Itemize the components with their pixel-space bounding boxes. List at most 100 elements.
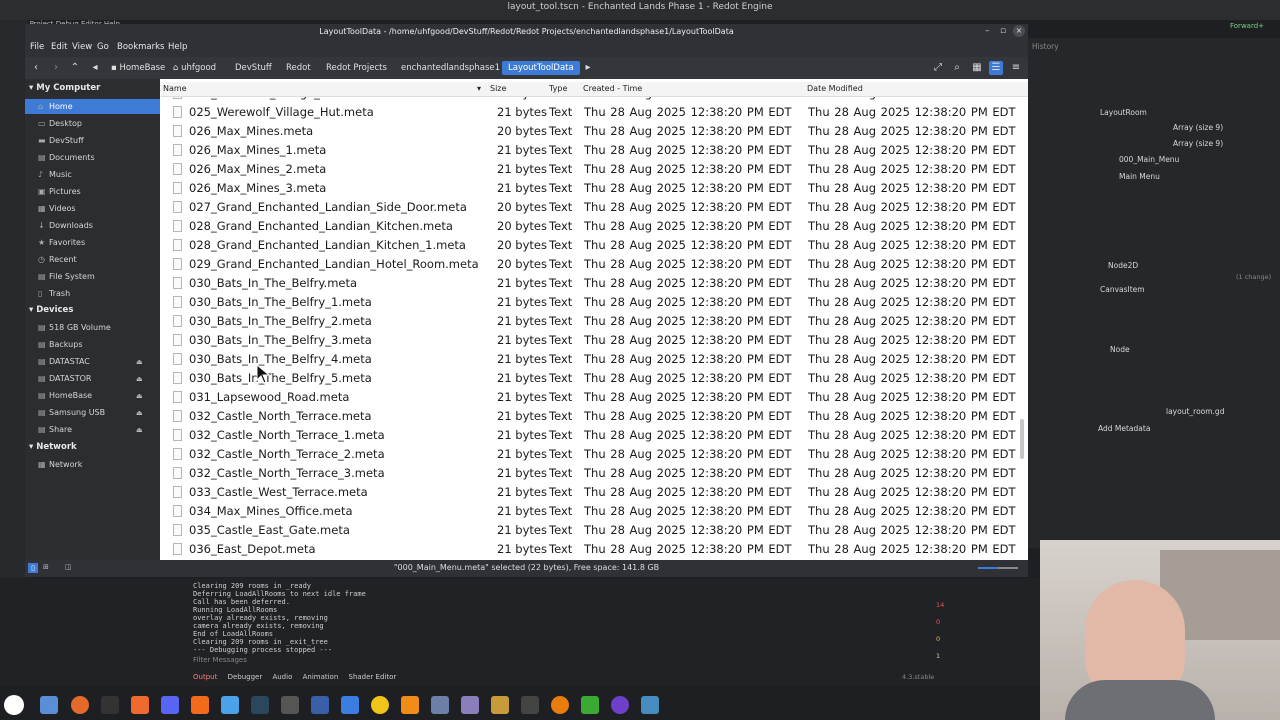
main-menu-node[interactable]: 000_Main_Menu [1119,155,1179,164]
breadcrumb-homebase[interactable]: ▪ HomeBase [105,61,171,75]
eject-icon[interactable]: ⏏ [136,375,143,383]
sidebar-section-devices[interactable]: ▾ Devices [29,305,73,315]
sidebar-item-videos[interactable]: ▦ Videos [38,201,76,216]
vscode-icon[interactable] [221,696,239,714]
warning-count[interactable]: 0 [936,635,940,643]
settings-icon[interactable] [281,696,299,714]
device-item[interactable]: ▤ HomeBase [38,388,92,403]
file-row[interactable]: 028_Grand_Enchanted_Landian_Kitchen.meta… [161,217,1028,236]
device-item[interactable]: ▤ DATASTAC [38,354,90,369]
node-section[interactable]: Node [1110,345,1130,354]
device-item[interactable]: ▤ DATASTOR [38,371,91,386]
column-created[interactable]: Created - Time [583,84,642,93]
file-row[interactable]: 032_Castle_North_Terrace_3.meta 21 bytes T… [161,464,1028,483]
breadcrumb-redot[interactable]: Redot [280,61,317,75]
file-row[interactable]: 031_Lapsewood_Road.meta 21 bytes Text Thu 2… [161,388,1028,407]
file-row[interactable]: 027_Grand_Enchanted_Landian_Side_Door.me… [161,198,1028,217]
sidebar-item-documents[interactable]: ▤ Documents [38,150,95,165]
tab-debugger[interactable]: Debugger [228,673,263,681]
file-row[interactable]: 036_East_Depot.meta 21 bytes Text Thu 28 Au… [161,540,1028,559]
sidebar-item-recent[interactable]: ◷ Recent [38,252,77,267]
device-item[interactable]: ▤ Samsung USB [38,405,105,420]
file-row[interactable]: 028_Grand_Enchanted_Landian_Kitchen_1.me… [161,236,1028,255]
sidebar-section-my-computer[interactable]: ▾ My Computer [29,83,100,93]
back-icon[interactable]: ‹ [29,61,43,75]
eject-icon[interactable]: ⏏ [136,392,143,400]
menu-view[interactable]: View [72,42,92,52]
history-label[interactable]: History [1032,42,1059,51]
file-row[interactable]: 033_Castle_West_Terrace.meta 21 bytes Text… [161,483,1028,502]
list-view-icon[interactable]: ☰ [989,61,1003,75]
column-name[interactable]: Name [163,84,187,93]
breadcrumb-uhfgood[interactable]: ⌂ uhfgood [167,61,222,75]
writer-icon[interactable] [341,696,359,714]
up-icon[interactable]: ⌃ [68,61,82,75]
device-item[interactable]: ▤ Backups [38,337,83,352]
start-menu-icon[interactable] [4,695,24,715]
app-icon[interactable] [191,696,209,714]
sidebar-item-favorites[interactable]: ★ Favorites [38,235,85,250]
sidebar-item-downloads[interactable]: ↓ Downloads [38,218,93,233]
discord-icon[interactable] [161,696,179,714]
file-row[interactable]: 035_Castle_East_Gate.meta 21 bytes Text Thu… [161,521,1028,540]
array-value-1[interactable]: Array (size 9) [1173,123,1223,132]
sidebar-item-music[interactable]: ♪ Music [38,167,72,182]
file-row[interactable]: 032_Castle_North_Terrace_2.meta 21 bytes T… [161,445,1028,464]
breadcrumb-redot-projects[interactable]: Redot Projects [320,61,393,75]
scrollbar-thumb[interactable] [1020,419,1024,459]
search-icon[interactable]: ⌕ [950,61,964,75]
blender-icon[interactable] [551,696,569,714]
camera-icon[interactable] [311,696,329,714]
tab-animation[interactable]: Animation [303,673,339,681]
breadcrumb-devstuff[interactable]: DevStuff [229,61,278,75]
main-menu-label[interactable]: Main Menu [1119,172,1160,181]
file-row[interactable]: 030_Bats_In_The_Belfry.meta 21 bytes Text T… [161,274,1028,293]
add-metadata-button[interactable]: Add Metadata [1098,424,1150,433]
sidebar-item-network[interactable]: ▦ Network [38,457,82,472]
filter-messages-input[interactable]: Filter Messages [193,656,247,664]
open-terminal-icon[interactable]: ⤢ [931,61,945,75]
message-count[interactable]: 1 [936,652,940,660]
gear-app-icon[interactable] [491,696,509,714]
error-count[interactable]: 14 [936,601,944,609]
file-row[interactable]: 029_Grand_Enchanted_Landian_Hotel_Room.m… [161,255,1028,274]
device-item[interactable]: ▤ 518 GB Volume [38,320,111,335]
eject-icon[interactable]: ⏏ [136,358,143,366]
renderer-label[interactable]: Forward+ [1230,22,1264,30]
script-file[interactable]: layout_room.gd [1166,407,1224,416]
files-icon[interactable] [40,696,58,714]
device-item[interactable]: ▤ Share [38,422,72,437]
menu-edit[interactable]: Edit [51,42,67,52]
github-icon[interactable] [611,696,629,714]
paint-icon[interactable] [581,696,599,714]
zoom-slider[interactable] [978,567,1018,569]
file-row[interactable]: 026_Max_Mines.meta 20 bytes Text Thu 28 Aug… [161,122,1028,141]
canvas-item-section[interactable]: CanvasItem [1100,285,1145,294]
file-row[interactable]: 032_Castle_North_Terrace_1.meta 21 bytes T… [161,426,1028,445]
redot-icon[interactable] [641,696,659,714]
file-row[interactable]: 030_Bats_In_The_Belfry_2.meta 21 bytes Tex… [161,312,1028,331]
array-value-2[interactable]: Array (size 9) [1173,139,1223,148]
brave-icon[interactable] [131,696,149,714]
file-row[interactable]: 026_Max_Mines_1.meta 21 bytes Text Thu 28 A… [161,141,1028,160]
close-button[interactable]: × [1013,25,1025,37]
sidebar-section-network[interactable]: ▾ Network [29,442,77,452]
minimize-button[interactable]: – [985,26,990,36]
breadcrumb-layouttooldata[interactable]: LayoutToolData [502,61,580,75]
toggle-location-icon[interactable]: ◂ [88,61,102,75]
chrome-icon[interactable] [371,696,389,714]
file-row[interactable]: 030_Bats_In_The_Belfry_4.meta 21 bytes Tex… [161,350,1028,369]
file-row[interactable]: 034_Max_Mines_Office.meta 21 bytes Text Thu… [161,502,1028,521]
file-row[interactable]: 025_Werewolf_Village_Hut.meta 21 bytes Tex… [161,103,1028,122]
column-type[interactable]: Type [549,84,567,93]
file-row[interactable]: 030_Bats_In_The_Belfry_5.meta 21 bytes Tex… [161,369,1028,388]
menu-file[interactable]: File [30,42,44,52]
notes-icon[interactable] [461,696,479,714]
sidebar-item-pictures[interactable]: ▣ Pictures [38,184,81,199]
file-row[interactable]: 032_Castle_North_Terrace.meta 21 bytes Tex… [161,407,1028,426]
breadcrumb-enchantedlandsphase1[interactable]: enchantedlandsphase1 [395,61,506,75]
error-count-2[interactable]: 0 [936,618,940,626]
clock-icon[interactable] [521,696,539,714]
eject-icon[interactable]: ⏏ [136,426,143,434]
column-size[interactable]: Size [490,84,506,93]
